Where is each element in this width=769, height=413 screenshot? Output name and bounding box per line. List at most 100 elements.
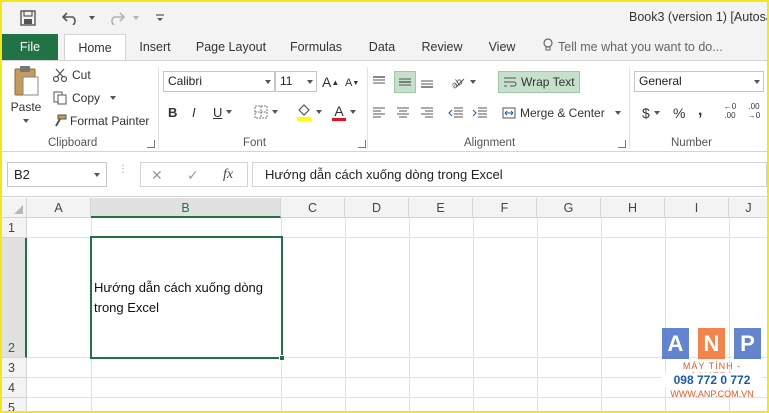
divider	[158, 67, 159, 149]
decrease-decimal-button[interactable]: .00 →0	[744, 102, 764, 124]
orientation-button[interactable]: ab	[450, 71, 478, 93]
excel-window: Book3 (version 1) [Autosav File Home Ins…	[0, 0, 769, 413]
watermark-phone: 098 772 0 772	[662, 373, 762, 387]
cut-button[interactable]: Cut	[52, 65, 91, 85]
merge-center-button[interactable]: Merge & Center	[502, 103, 621, 123]
number-format-select[interactable]: General	[634, 71, 764, 92]
row-header-4[interactable]: 4	[2, 378, 27, 398]
insert-function-icon[interactable]: fx	[223, 167, 233, 183]
tab-formulas[interactable]: Formulas	[284, 34, 348, 60]
column-header-g[interactable]: G	[537, 198, 601, 218]
borders-button[interactable]	[254, 102, 280, 122]
lightbulb-icon	[542, 35, 554, 61]
row-header-5[interactable]: 5	[2, 398, 27, 411]
column-header-j[interactable]: J	[729, 198, 767, 218]
formula-bar-grip-icon[interactable]: ⋮	[118, 165, 128, 183]
tab-data[interactable]: Data	[362, 34, 402, 60]
wrap-text-icon	[503, 76, 517, 88]
column-header-f[interactable]: F	[473, 198, 537, 218]
top-align-button[interactable]	[372, 72, 392, 92]
undo-icon[interactable]	[60, 7, 82, 29]
grow-font-button[interactable]: A ▲	[322, 72, 339, 92]
borders-icon	[254, 105, 268, 119]
column-header-b[interactable]: B	[91, 198, 281, 218]
enter-icon[interactable]: ✓	[187, 167, 199, 184]
row-header-1[interactable]: 1	[2, 218, 27, 238]
formula-buttons: ✕ ✓ fx	[140, 162, 248, 187]
font-launcher-icon[interactable]	[358, 140, 366, 148]
gridline	[601, 218, 602, 411]
formula-input[interactable]: Hướng dẫn cách xuống dòng trong Excel	[252, 162, 767, 187]
tab-page-layout[interactable]: Page Layout	[190, 34, 272, 60]
align-left-button[interactable]	[372, 103, 392, 123]
column-header-d[interactable]: D	[345, 198, 409, 218]
column-header-h[interactable]: H	[601, 198, 665, 218]
tab-file[interactable]: File	[2, 34, 58, 60]
increase-decimal-icon: ←0	[723, 102, 737, 111]
gridline	[345, 218, 346, 411]
row-header-2[interactable]: 2	[2, 238, 27, 358]
select-all-button[interactable]	[2, 198, 27, 218]
copy-button[interactable]: Copy	[52, 88, 117, 108]
column-header-c[interactable]: C	[281, 198, 345, 218]
shrink-font-button[interactable]: A ▼	[345, 74, 361, 92]
cut-label: Cut	[72, 68, 91, 82]
italic-button[interactable]: I	[192, 102, 204, 122]
bold-button[interactable]: B	[168, 102, 182, 122]
redo-icon[interactable]	[105, 7, 127, 29]
column-header-i[interactable]: I	[665, 198, 729, 218]
column-header-a[interactable]: A	[27, 198, 91, 218]
clipboard-launcher-icon[interactable]	[147, 140, 155, 148]
redo-dropdown-icon[interactable]	[128, 7, 140, 29]
underline-button[interactable]: U	[213, 102, 237, 122]
active-cell-b2[interactable]: Hướng dẫn cách xuống dòng trong Excel	[90, 236, 285, 361]
align-center-button[interactable]	[396, 103, 416, 123]
decrease-decimal-icon: .00	[748, 102, 760, 111]
align-right-button[interactable]	[420, 103, 440, 123]
merge-center-label: Merge & Center	[520, 106, 605, 120]
wrap-text-button[interactable]: Wrap Text	[498, 71, 580, 93]
row-header-3[interactable]: 3	[2, 358, 27, 378]
tab-view[interactable]: View	[482, 34, 522, 60]
customize-qat-icon[interactable]	[152, 7, 168, 29]
number-group-label: Number	[671, 137, 712, 149]
tab-insert[interactable]: Insert	[132, 34, 178, 60]
worksheet-grid[interactable]: A B C D E F G H I J 1 2 3 4 5 Hướng dẫn …	[2, 198, 767, 411]
shrink-font-icon: A	[345, 77, 353, 89]
divider	[629, 67, 630, 149]
align-right-icon	[420, 107, 434, 119]
tab-review[interactable]: Review	[414, 34, 470, 60]
font-name-select[interactable]: Calibri	[163, 71, 275, 92]
tell-me-search[interactable]: Tell me what you want to do...	[542, 34, 723, 60]
comma-icon: ,	[698, 102, 703, 119]
underline-icon: U	[213, 104, 223, 120]
fill-handle[interactable]	[279, 355, 285, 361]
font-size-select[interactable]: 11	[275, 71, 317, 92]
column-header-e[interactable]: E	[409, 198, 473, 218]
undo-dropdown-icon[interactable]	[84, 7, 96, 29]
bold-icon: B	[168, 104, 178, 120]
name-box[interactable]: B2	[7, 162, 107, 187]
paste-dropdown-icon	[23, 119, 29, 123]
paste-label: Paste	[10, 100, 42, 114]
increase-indent-icon	[472, 107, 488, 119]
paste-button[interactable]: Paste	[8, 65, 44, 135]
decrease-indent-button[interactable]	[448, 103, 468, 123]
comma-button[interactable]: ,	[698, 101, 710, 121]
increase-decimal-button[interactable]: ←0.00	[720, 102, 740, 124]
tab-home[interactable]: Home	[64, 34, 126, 61]
middle-align-button[interactable]	[394, 71, 416, 93]
percent-button[interactable]: %	[673, 103, 689, 123]
currency-button[interactable]: $	[642, 103, 666, 123]
fill-color-button[interactable]	[296, 101, 324, 123]
font-size-value: 11	[280, 74, 293, 88]
font-color-button[interactable]: A	[332, 101, 360, 123]
increase-indent-button[interactable]	[472, 103, 492, 123]
format-painter-button[interactable]: Format Painter	[52, 111, 149, 131]
cancel-icon[interactable]: ✕	[151, 167, 163, 184]
paint-bucket-icon	[296, 103, 312, 121]
bottom-align-button[interactable]	[420, 72, 440, 92]
copy-label: Copy	[72, 91, 101, 105]
alignment-launcher-icon[interactable]	[618, 140, 626, 148]
save-icon[interactable]	[16, 7, 40, 29]
